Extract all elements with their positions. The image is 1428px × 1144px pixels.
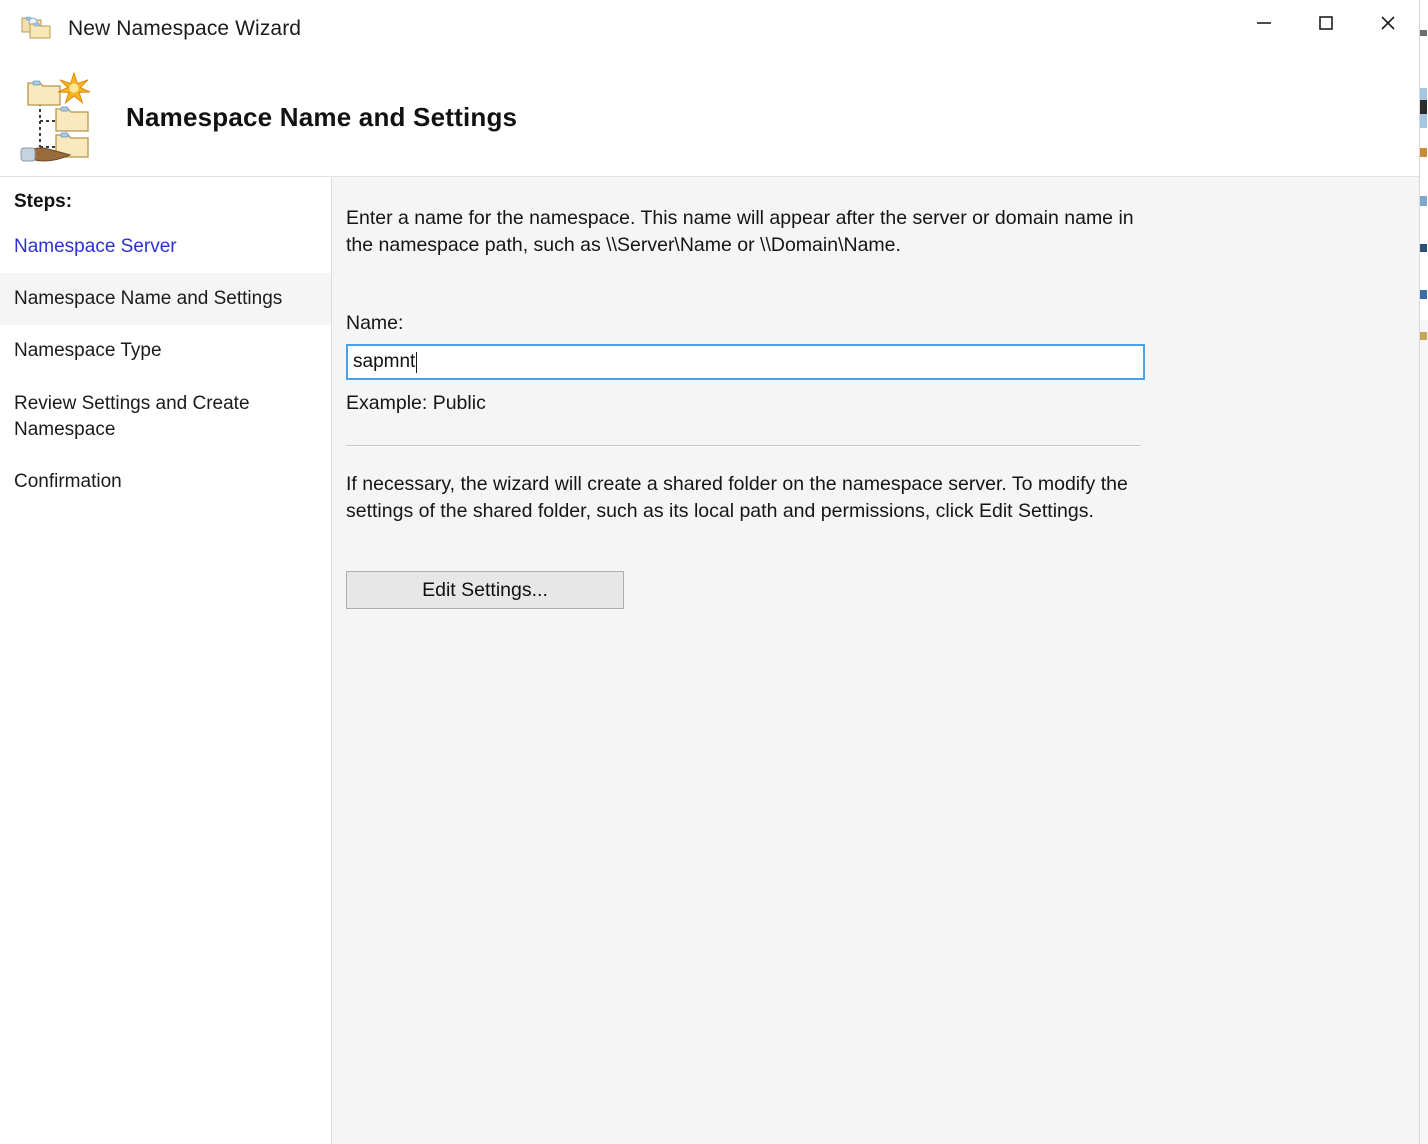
sidebar-item-review-settings-and-create-namespace: Review Settings and Create Namespace bbox=[14, 392, 250, 440]
sliver-fleck bbox=[1420, 100, 1427, 114]
background-window-sliver bbox=[1419, 0, 1428, 1144]
window-title: New Namespace Wizard bbox=[68, 17, 302, 40]
sidebar-item-namespace-name-and-settings[interactable]: Namespace Name and Settings bbox=[0, 273, 331, 326]
title-bar: New Namespace Wizard bbox=[0, 0, 1419, 58]
steps-sidebar: Steps: Namespace Server Namespace Name a… bbox=[0, 177, 332, 1144]
maximize-button[interactable] bbox=[1295, 0, 1357, 46]
sliver-bottom-region bbox=[1420, 320, 1428, 1144]
steps-heading: Steps: bbox=[14, 191, 73, 212]
name-input-wrapper[interactable]: sapmnt bbox=[346, 344, 1145, 381]
edit-settings-button[interactable]: Edit Settings... bbox=[346, 571, 624, 610]
sliver-fleck bbox=[1420, 332, 1427, 340]
name-label: Name: bbox=[346, 312, 404, 335]
sliver-fleck bbox=[1420, 148, 1427, 157]
intro-text: Enter a name for the namespace. This nam… bbox=[346, 207, 1134, 256]
sliver-fleck bbox=[1420, 30, 1427, 36]
title-bar-left: New Namespace Wizard bbox=[20, 0, 301, 58]
shared-folder-info-text: If necessary, the wizard will create a s… bbox=[346, 473, 1128, 522]
namespace-folders-icon bbox=[20, 12, 54, 47]
sliver-fleck bbox=[1420, 196, 1427, 206]
sidebar-item-confirmation: Confirmation bbox=[14, 471, 122, 493]
section-divider bbox=[346, 445, 1141, 448]
window-controls bbox=[1233, 0, 1419, 46]
sidebar-item-namespace-server[interactable]: Namespace Server bbox=[0, 221, 331, 273]
name-input-value: sapmnt bbox=[353, 351, 416, 373]
sliver-fleck bbox=[1420, 244, 1427, 252]
page-title: Namespace Name and Settings bbox=[126, 101, 518, 132]
dfs-namespace-shared-folder-icon bbox=[18, 69, 104, 165]
sidebar-item-namespace-type: Namespace Type bbox=[14, 340, 162, 362]
wizard-body: Steps: Namespace Server Namespace Name a… bbox=[0, 177, 1419, 1144]
sliver-top-region bbox=[1420, 0, 1428, 320]
sliver-fleck bbox=[1420, 290, 1427, 299]
example-text: Example: Public bbox=[346, 392, 486, 415]
minimize-button[interactable] bbox=[1233, 0, 1295, 46]
new-namespace-wizard-window: New Namespace Wizard Namespace Name and … bbox=[0, 0, 1420, 1144]
wizard-header: Namespace Name and Settings bbox=[0, 58, 1419, 177]
close-button[interactable] bbox=[1357, 0, 1419, 46]
text-caret bbox=[416, 351, 418, 373]
content-panel: Enter a name for the namespace. This nam… bbox=[332, 177, 1419, 1144]
